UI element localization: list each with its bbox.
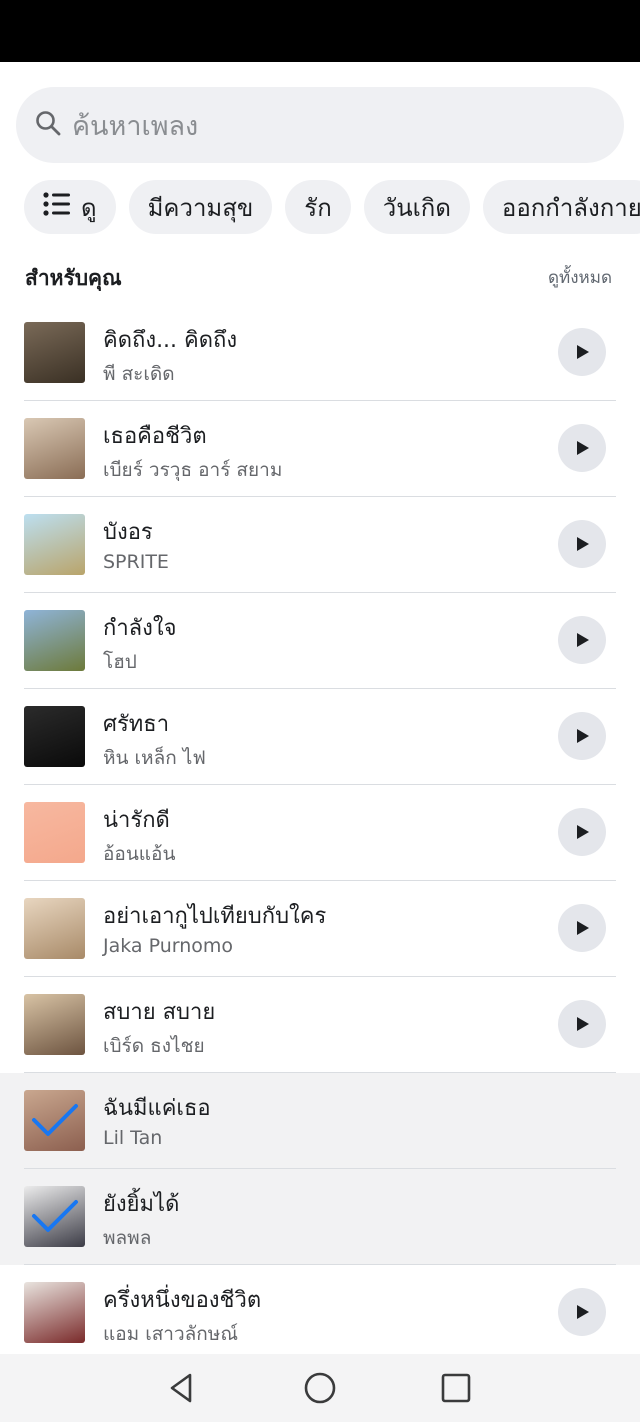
filter-chip-workout[interactable]: ออกกำลังกาย [482,180,640,234]
album-cover [24,994,85,1055]
see-all-link[interactable]: ดูทั้งหมด [548,264,612,291]
song-row[interactable]: บังอร SPRITE [0,497,640,593]
album-cover [24,1282,85,1343]
song-title: กำลังใจ [103,616,177,641]
song-artist: อ้อนแอ้น [103,843,176,865]
song-artist: แอม เสาวลักษณ์ [103,1323,238,1345]
song-row[interactable]: กำลังใจโฮป [0,593,640,689]
recents-icon[interactable] [436,1368,476,1408]
filter-chips: ดู มีความสุข รัก วันเกิด ออกกำลังกาย [24,180,640,234]
play-icon [577,345,589,359]
home-icon[interactable] [300,1368,340,1408]
song-artist: SPRITE [103,551,169,573]
filter-chip-label: มีความสุข [147,193,254,222]
song-title: ฉันมีแค่เธอ [103,1096,211,1121]
play-button[interactable] [558,808,606,856]
list-icon [43,191,81,223]
song-row[interactable]: ยังยิ้มได้พลพล [0,1169,640,1265]
search-icon [34,109,62,141]
play-button[interactable] [558,520,606,568]
song-list: คิดถึง... คิดถึงพี สะเดิดเธอคือชีวิตเบีย… [0,305,640,1361]
album-cover [24,322,85,383]
song-row[interactable]: สบาย สบายเบิร์ด ธงไชย [0,977,640,1073]
play-icon [577,633,589,647]
play-icon [577,1017,589,1031]
checkmark-icon [32,1200,78,1232]
section-title: สำหรับคุณ [25,266,122,290]
play-button[interactable] [558,1000,606,1048]
play-icon [577,729,589,743]
album-cover [24,610,85,671]
play-button[interactable] [558,1288,606,1336]
album-cover [24,1186,85,1247]
filter-chip-birthday[interactable]: วันเกิด [363,180,470,234]
song-row[interactable]: ฉันมีแค่เธอ Lil Tan [0,1073,640,1169]
song-title: ครึ่งหนึ่งของชีวิต [103,1288,262,1313]
song-title: บังอร [103,520,153,545]
album-cover [24,706,85,767]
filter-chip-label: ดู [81,193,97,222]
song-title: สบาย สบาย [103,1000,216,1025]
play-button[interactable] [558,904,606,952]
back-icon[interactable] [162,1368,202,1408]
song-title: น่ารักดี [103,808,170,833]
song-row[interactable]: น่ารักดีอ้อนแอ้น [0,785,640,881]
song-row[interactable]: คิดถึง... คิดถึงพี สะเดิด [0,305,640,401]
song-artist: โฮป [103,651,137,673]
song-artist: พี สะเดิด [103,363,175,385]
song-title: ศรัทธา [103,712,170,737]
song-row[interactable]: เธอคือชีวิตเบียร์ วรวุธ อาร์ สยาม [0,401,640,497]
song-title: คิดถึง... คิดถึง [103,328,238,353]
play-icon [577,825,589,839]
song-row[interactable]: ศรัทธาหิน เหล็ก ไฟ [0,689,640,785]
play-icon [577,921,589,935]
status-bar [0,0,640,62]
song-artist: หิน เหล็ก ไฟ [103,747,206,769]
search-input[interactable]: ค้นหาเพลง [72,104,198,147]
album-cover [24,514,85,575]
song-row[interactable]: ครึ่งหนึ่งของชีวิตแอม เสาวลักษณ์ [0,1265,640,1361]
play-icon [577,1305,589,1319]
filter-chip-happy[interactable]: มีความสุข [128,180,273,234]
album-cover [24,418,85,479]
play-button[interactable] [558,712,606,760]
play-button[interactable] [558,328,606,376]
song-artist: Lil Tan [103,1127,163,1149]
play-icon [577,441,589,455]
filter-chip-view[interactable]: ดู [24,180,116,234]
song-title: ยังยิ้มได้ [103,1192,180,1217]
song-title: อย่าเอากูไปเทียบกับใคร [103,904,327,929]
filter-chip-label: ออกกำลังกาย [501,193,640,222]
album-cover [24,802,85,863]
play-button[interactable] [558,616,606,664]
filter-chip-label: รัก [304,193,332,222]
system-navigation-bar [0,1354,640,1422]
song-artist: เบียร์ วรวุธ อาร์ สยาม [103,459,283,481]
checkmark-icon [32,1104,78,1136]
song-artist: Jaka Purnomo [103,935,234,957]
search-bar[interactable]: ค้นหาเพลง [16,87,624,163]
song-title: เธอคือชีวิต [103,424,207,449]
album-cover [24,898,85,959]
song-artist: เบิร์ด ธงไชย [103,1035,205,1057]
song-row[interactable]: อย่าเอากูไปเทียบกับใคร Jaka Purnomo [0,881,640,977]
filter-chip-label: วันเกิด [382,193,451,222]
album-cover [24,1090,85,1151]
play-button[interactable] [558,424,606,472]
song-artist: พลพล [103,1227,152,1249]
filter-chip-love[interactable]: รัก [285,180,351,234]
play-icon [577,537,589,551]
